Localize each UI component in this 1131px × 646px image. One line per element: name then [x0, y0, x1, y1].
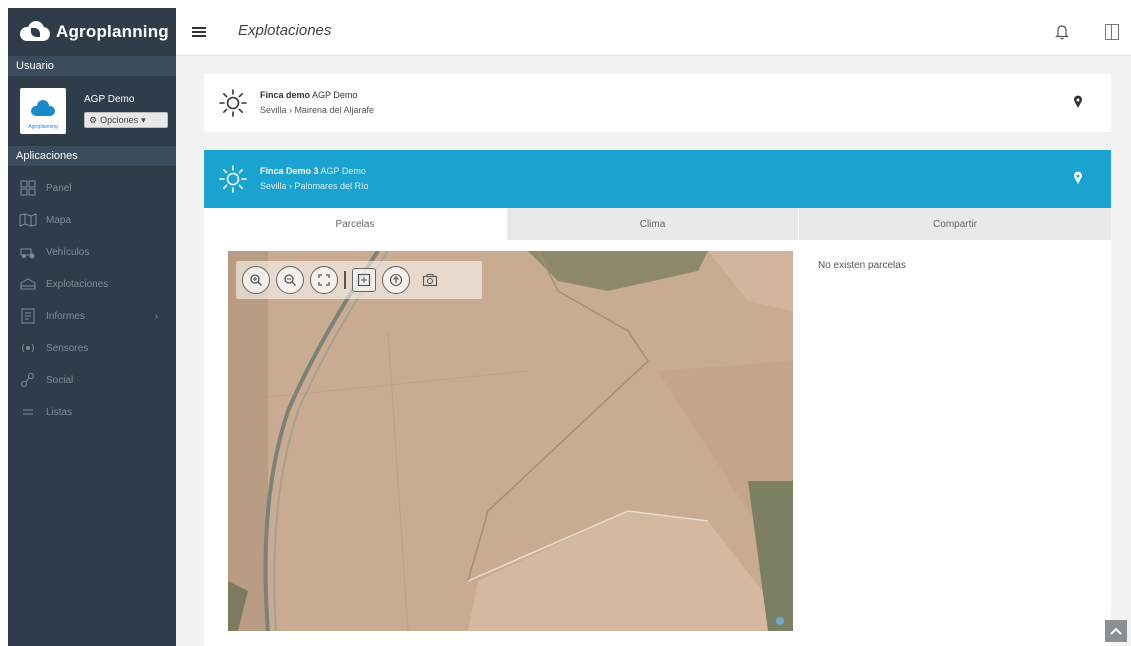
- hamburger-menu-icon[interactable]: [192, 27, 206, 37]
- tab-parcelas[interactable]: Parcelas: [204, 208, 507, 240]
- zoom-in-icon[interactable]: [242, 266, 270, 294]
- finca-location: Sevilla › Palomares del Río: [260, 181, 369, 191]
- user-name: AGP Demo: [84, 94, 135, 105]
- avatar: Agroplanning: [20, 88, 66, 134]
- sidebar-item-label: Informes: [46, 310, 85, 322]
- sun-icon: [218, 164, 248, 194]
- report-icon: [18, 308, 38, 324]
- finca-owner: AGP Demo: [312, 90, 358, 100]
- farm-icon: [18, 277, 38, 291]
- finca-owner: AGP Demo: [320, 166, 366, 176]
- sidebar-item-label: Listas: [46, 406, 73, 418]
- tab-clima[interactable]: Clima: [507, 208, 799, 240]
- grid-icon: [18, 180, 38, 196]
- bell-icon[interactable]: [1055, 24, 1069, 40]
- sensor-icon: [18, 341, 38, 355]
- sidebar-item-listas[interactable]: Listas: [8, 396, 176, 428]
- finca-tabs: Parcelas Clima Compartir: [204, 208, 1111, 240]
- brand-logo[interactable]: Agroplanning: [8, 8, 176, 56]
- brand-name: Agroplanning: [56, 22, 169, 41]
- list-icon: [18, 405, 38, 419]
- sidebar-item-social[interactable]: Social: [8, 364, 176, 396]
- main-content: Finca demo AGP Demo Sevilla › Mairena de…: [176, 56, 1131, 646]
- map-pin-icon[interactable]: [1073, 171, 1083, 185]
- chevron-up-icon: [1110, 627, 1122, 635]
- page-title: Explotaciones: [238, 22, 332, 39]
- tab-panel-parcelas: No existen parcelas: [204, 240, 1111, 646]
- panel-toggle-icon[interactable]: [1105, 24, 1119, 40]
- top-bar: Explotaciones: [176, 8, 1131, 56]
- toolbar-divider: [344, 271, 346, 289]
- app-window: Agroplanning Usuario Agroplanning AGP De…: [0, 0, 1131, 646]
- finca-name: Finca demo: [260, 90, 311, 100]
- scroll-to-top-button[interactable]: [1105, 620, 1127, 642]
- options-label: Opciones: [100, 115, 139, 125]
- sidebar: Agroplanning Usuario Agroplanning AGP De…: [8, 8, 176, 646]
- empty-parcels-message: No existen parcelas: [818, 260, 906, 271]
- sidebar-item-label: Vehículos: [46, 246, 90, 258]
- sidebar-item-vehiculos[interactable]: Vehículos: [8, 236, 176, 268]
- sidebar-item-label: Social: [46, 374, 74, 386]
- gear-icon: ⚙: [89, 114, 98, 125]
- social-icon: [18, 373, 38, 387]
- finca-row[interactable]: Finca demo AGP Demo Sevilla › Mairena de…: [204, 74, 1111, 132]
- avatar-caption: Agroplanning: [28, 124, 58, 130]
- upload-icon[interactable]: [382, 266, 410, 294]
- map-toolbar: [236, 261, 482, 299]
- sun-icon: [218, 88, 248, 118]
- satellite-map[interactable]: [228, 251, 793, 631]
- chevron-right-icon: ›: [154, 310, 158, 322]
- user-block: Agroplanning AGP Demo ⚙ Opciones ▾: [8, 76, 176, 146]
- finca-location: Sevilla › Mairena del Aljarafe: [260, 105, 375, 115]
- cloud-logo-icon: [20, 21, 50, 43]
- finca-title: Finca demo AGP Demo: [260, 90, 357, 100]
- zoom-out-icon[interactable]: [276, 266, 304, 294]
- draw-polygon-icon[interactable]: [352, 268, 376, 292]
- user-section-header: Usuario: [8, 56, 176, 76]
- sidebar-item-label: Sensores: [46, 342, 89, 354]
- tab-compartir[interactable]: Compartir: [799, 208, 1111, 240]
- sidebar-item-panel[interactable]: Panel: [8, 172, 176, 204]
- options-button[interactable]: ⚙ Opciones ▾: [84, 112, 168, 128]
- finca-title: Finca Demo 3 AGP Demo: [260, 166, 366, 176]
- finca-card[interactable]: Finca demo AGP Demo Sevilla › Mairena de…: [204, 74, 1111, 132]
- satellite-imagery: [228, 251, 793, 631]
- camera-icon[interactable]: [416, 266, 444, 294]
- fullscreen-icon[interactable]: [310, 266, 338, 294]
- sidebar-nav: Panel Mapa Vehículos Explotaciones Infor…: [8, 166, 176, 428]
- caret-down-icon: ▾: [141, 114, 146, 125]
- map-pin-icon[interactable]: [1073, 95, 1083, 109]
- vehicle-icon: [18, 245, 38, 259]
- sidebar-item-sensores[interactable]: Sensores: [8, 332, 176, 364]
- sidebar-item-label: Explotaciones: [46, 278, 109, 290]
- apps-section-header: Aplicaciones: [8, 146, 176, 166]
- finca-name: Finca Demo 3: [260, 166, 319, 176]
- sidebar-item-informes[interactable]: Informes ›: [8, 300, 176, 332]
- sidebar-item-label: Panel: [46, 182, 72, 194]
- sidebar-item-label: Mapa: [46, 214, 72, 226]
- sidebar-item-mapa[interactable]: Mapa: [8, 204, 176, 236]
- finca-card-active[interactable]: Finca Demo 3 AGP Demo Sevilla › Palomare…: [204, 150, 1111, 208]
- finca-row[interactable]: Finca Demo 3 AGP Demo Sevilla › Palomare…: [204, 150, 1111, 208]
- sidebar-item-explotaciones[interactable]: Explotaciones: [8, 268, 176, 300]
- map-icon: [18, 213, 38, 227]
